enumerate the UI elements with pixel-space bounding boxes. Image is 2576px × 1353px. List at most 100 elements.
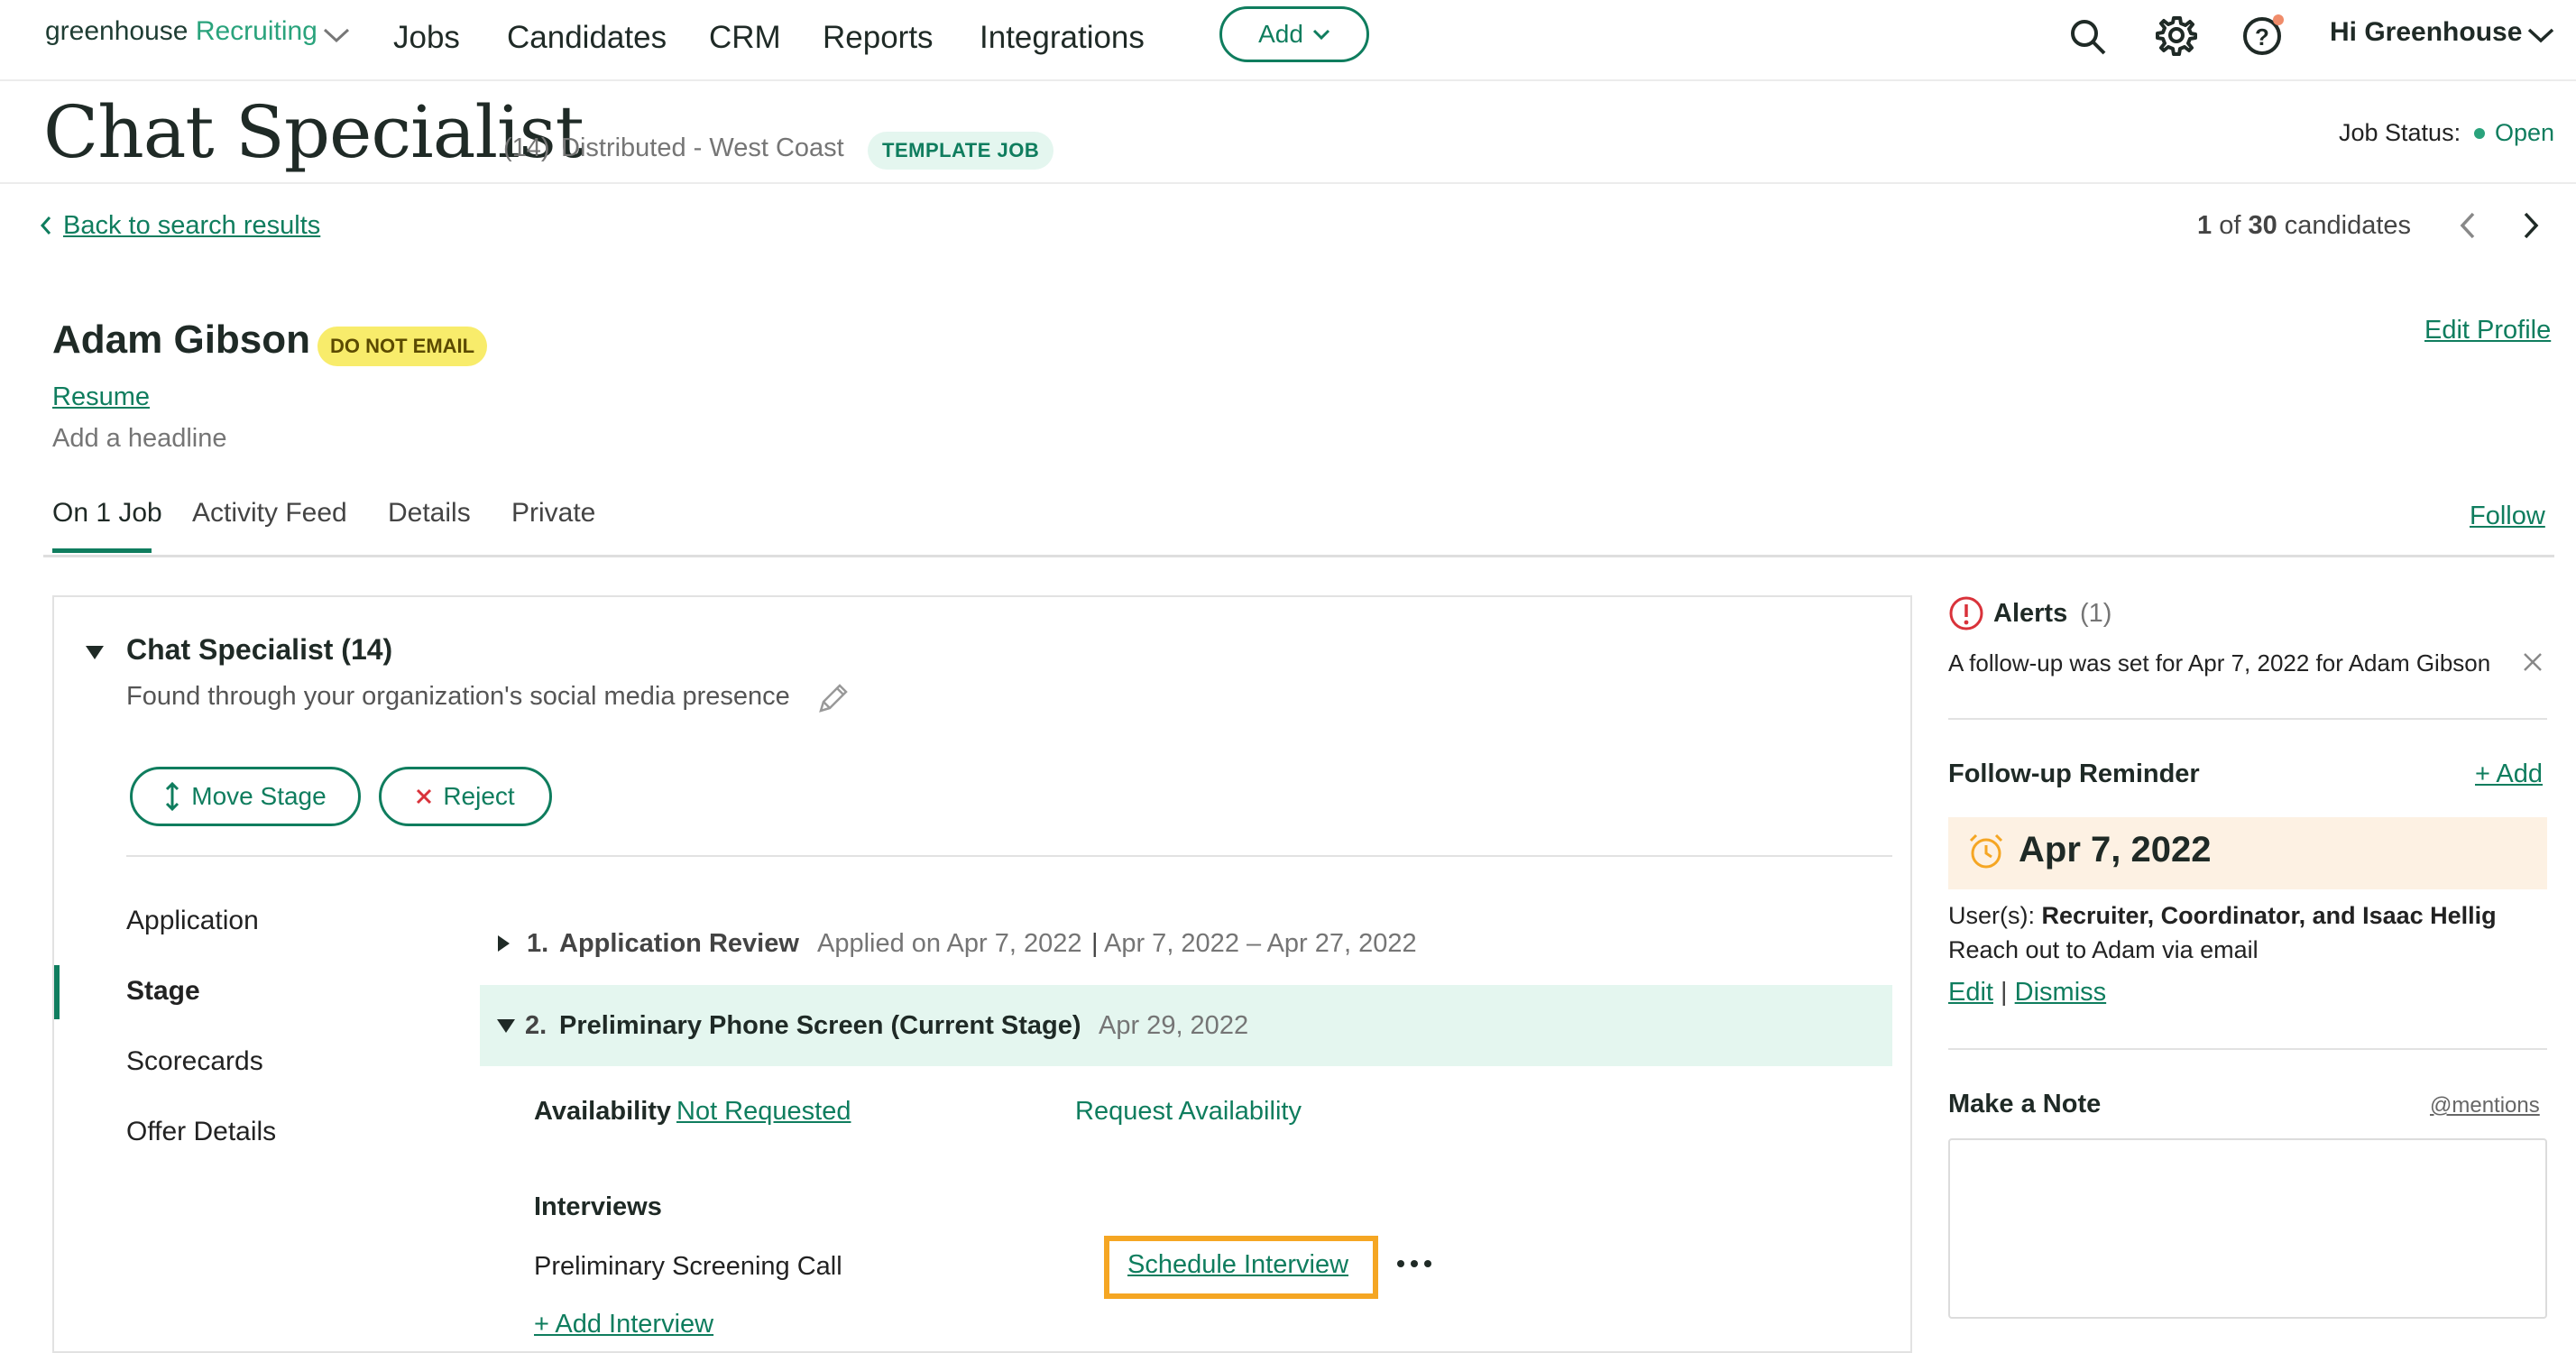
sidebar-divider xyxy=(1948,1048,2547,1050)
schedule-interview-link[interactable]: Schedule Interview xyxy=(1127,1250,1348,1280)
availability-label: Availability xyxy=(534,1097,672,1126)
more-options-icon[interactable] xyxy=(1396,1259,1432,1268)
top-navigation: greenhouse Recruiting Jobs Candidates CR… xyxy=(0,0,2576,81)
subnav-offer-details[interactable]: Offer Details xyxy=(126,1117,276,1147)
reject-button[interactable]: Reject xyxy=(379,767,552,826)
stage-1-number: 1. xyxy=(527,929,549,958)
pager-of: of xyxy=(2219,211,2241,240)
nav-candidates[interactable]: Candidates xyxy=(507,20,667,56)
template-job-badge: TEMPLATE JOB xyxy=(868,132,1054,170)
previous-candidate-icon[interactable] xyxy=(2459,211,2477,240)
job-status-label: Job Status: xyxy=(2339,119,2461,146)
followup-title: Follow-up Reminder xyxy=(1948,759,2200,788)
subnav-active-indicator xyxy=(54,965,60,1019)
help-icon[interactable]: ? xyxy=(2242,13,2287,58)
candidate-pager: 1 of 30 candidates xyxy=(2197,211,2411,241)
stage-2-number: 2. xyxy=(525,1011,547,1040)
edit-profile-link[interactable]: Edit Profile xyxy=(2424,316,2551,345)
sidebar-divider xyxy=(1948,718,2547,720)
pencil-icon[interactable] xyxy=(815,682,850,716)
make-note-title: Make a Note xyxy=(1948,1090,2102,1118)
add-interview-link[interactable]: + Add Interview xyxy=(534,1310,713,1339)
stage-1-name[interactable]: Application Review xyxy=(559,929,799,959)
reminder-dismiss-link[interactable]: Dismiss xyxy=(2015,978,2107,1007)
nav-reports[interactable]: Reports xyxy=(823,20,934,56)
reminder-edit-link[interactable]: Edit xyxy=(1948,978,1993,1007)
greenhouse-logo[interactable]: greenhouse Recruiting xyxy=(45,16,317,47)
stage-2-name[interactable]: Preliminary Phone Screen (Current Stage) xyxy=(559,1011,1081,1041)
chevron-left-icon[interactable] xyxy=(40,215,52,236)
user-menu-greeting[interactable]: Hi Greenhouse xyxy=(2330,17,2522,48)
collapse-triangle-icon[interactable] xyxy=(85,644,105,660)
expand-triangle-icon[interactable] xyxy=(496,934,511,953)
move-stage-button[interactable]: Move Stage xyxy=(130,767,361,826)
request-availability-link[interactable]: Request Availability xyxy=(1075,1097,1302,1127)
alerts-title: Alerts xyxy=(1993,599,2068,628)
nav-crm[interactable]: CRM xyxy=(709,20,781,56)
job-location: Distributed - West Coast xyxy=(561,133,844,162)
pager-total: 30 xyxy=(2248,211,2277,240)
job-status-value: Open xyxy=(2495,119,2555,146)
stage-1-applied: Applied on Apr 7, 2022 xyxy=(817,929,1082,958)
interviews-heading: Interviews xyxy=(534,1192,662,1221)
reminder-users: User(s): Recruiter, Coordinator, and Isa… xyxy=(1948,902,2497,930)
page-title: Chat Specialist xyxy=(43,90,584,174)
move-arrows-icon xyxy=(166,781,179,812)
reminder-date: Apr 7, 2022 xyxy=(2019,830,2212,870)
tab-private[interactable]: Private xyxy=(511,498,595,529)
followup-add-link[interactable]: + Add xyxy=(2475,759,2543,789)
note-textarea[interactable] xyxy=(1948,1138,2547,1319)
search-icon[interactable] xyxy=(2069,18,2107,56)
subnav-stage[interactable]: Stage xyxy=(126,976,200,1007)
chevron-down-icon[interactable] xyxy=(323,27,350,43)
chevron-down-icon xyxy=(1312,29,1329,40)
application-source: Found through your organization's social… xyxy=(126,682,790,711)
headline-placeholder[interactable]: Add a headline xyxy=(52,424,227,454)
nav-integrations[interactable]: Integrations xyxy=(980,20,1145,56)
alarm-clock-icon xyxy=(1966,832,2006,871)
pager-current: 1 xyxy=(2197,211,2213,240)
tab-activity-feed[interactable]: Activity Feed xyxy=(192,498,347,529)
tab-on-1-job[interactable]: On 1 Job xyxy=(52,498,162,529)
logo-subtext: Recruiting xyxy=(195,16,317,46)
nav-jobs[interactable]: Jobs xyxy=(393,20,460,56)
close-icon[interactable] xyxy=(2522,651,2544,673)
pager-suffix: candidates xyxy=(2284,211,2412,240)
stage-2-date: Apr 29, 2022 xyxy=(1099,1011,1249,1040)
reminder-actions: Edit | Dismiss xyxy=(1948,978,2106,1008)
collapse-triangle-icon[interactable] xyxy=(496,1017,516,1034)
reject-label: Reject xyxy=(443,782,515,810)
alert-message: A follow-up was set for Apr 7, 2022 for … xyxy=(1948,649,2491,676)
next-candidate-icon[interactable] xyxy=(2522,211,2540,240)
subnav-scorecards[interactable]: Scorecards xyxy=(126,1046,263,1077)
availability-status-link[interactable]: Not Requested xyxy=(676,1097,851,1127)
candidate-name: Adam Gibson xyxy=(52,318,311,362)
section-divider xyxy=(126,855,1892,857)
follow-link[interactable]: Follow xyxy=(2470,502,2545,531)
back-to-search-link[interactable]: Back to search results xyxy=(63,211,320,241)
add-button-label: Add xyxy=(1258,20,1303,48)
application-job-title[interactable]: Chat Specialist (14) xyxy=(126,633,392,667)
reminder-users-label: User(s): xyxy=(1948,902,2035,929)
tabs-divider xyxy=(43,555,2554,557)
add-button[interactable]: Add xyxy=(1219,6,1369,62)
stage-1-range: Apr 7, 2022 – Apr 27, 2022 xyxy=(1104,929,1417,958)
status-dot xyxy=(2474,128,2485,139)
active-tab-indicator xyxy=(52,548,152,553)
reminder-users-value: Recruiter, Coordinator, and Isaac Hellig xyxy=(2041,902,2497,929)
reminder-note: Reach out to Adam via email xyxy=(1948,936,2259,963)
svg-text:?: ? xyxy=(2255,23,2269,51)
subnav-application[interactable]: Application xyxy=(126,906,259,936)
mentions-link[interactable]: @mentions xyxy=(2430,1093,2540,1118)
separator: | xyxy=(2001,978,2008,1007)
interview-name: Preliminary Screening Call xyxy=(534,1252,842,1281)
logo-text: greenhouse xyxy=(45,16,189,46)
gear-icon[interactable] xyxy=(2156,14,2197,56)
do-not-email-badge: DO NOT EMAIL xyxy=(317,327,488,366)
close-icon xyxy=(417,788,432,805)
tab-details[interactable]: Details xyxy=(388,498,471,529)
alerts-count: (1) xyxy=(2080,599,2112,628)
resume-link[interactable]: Resume xyxy=(52,382,150,412)
alert-icon xyxy=(1948,595,1984,631)
chevron-down-icon[interactable] xyxy=(2527,27,2554,43)
